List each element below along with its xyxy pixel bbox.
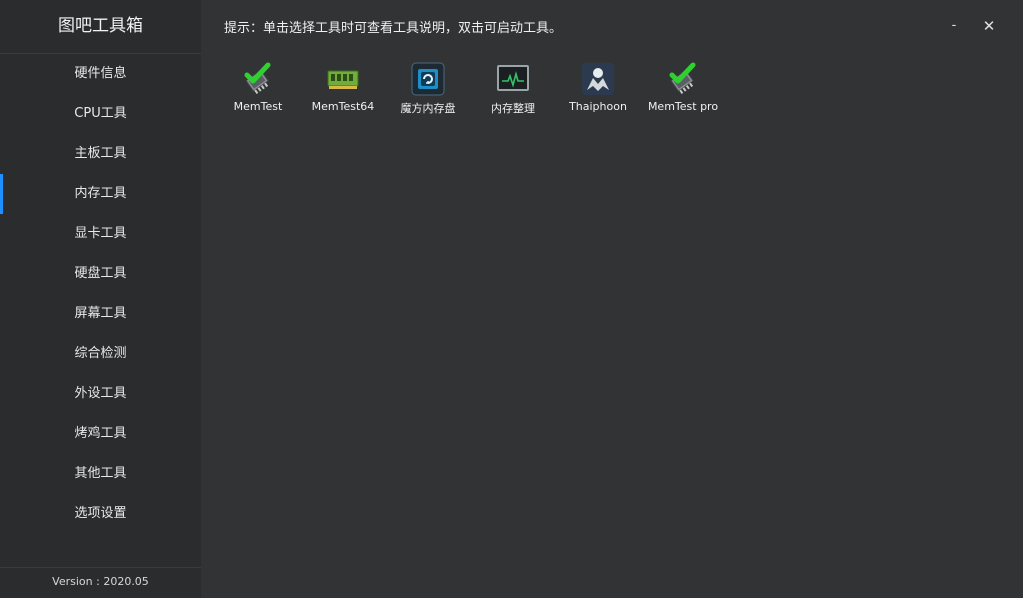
tool-label: MemTest pro	[647, 100, 719, 113]
tool-ramdisk[interactable]: 魔方内存盘	[386, 60, 470, 116]
memtest-icon	[244, 62, 271, 94]
sidebar-item-cpu-tools[interactable]: CPU工具	[0, 94, 201, 134]
ramdisk-chip-icon	[411, 62, 445, 96]
monitor-pulse-icon	[497, 65, 529, 91]
memory-module-icon	[327, 70, 359, 89]
memtest-pro-icon	[669, 62, 696, 94]
tool-label: Thaiphoon	[569, 100, 627, 113]
top-bar: 提示：单击选择工具时可查看工具说明，双击可启动工具。 - ✕	[201, 0, 1023, 53]
tool-label: MemTest	[233, 100, 283, 113]
sidebar-item-disk-tools[interactable]: 硬盘工具	[0, 254, 201, 294]
sidebar-item-settings[interactable]: 选项设置	[0, 494, 201, 534]
sidebar-item-comprehensive-test[interactable]: 综合检测	[0, 334, 201, 374]
sidebar-item-stress-tools[interactable]: 烤鸡工具	[0, 414, 201, 454]
tool-label: 魔方内存盘	[400, 102, 456, 115]
tool-thaiphoon[interactable]: Thaiphoon	[556, 60, 640, 113]
sidebar-item-other-tools[interactable]: 其他工具	[0, 454, 201, 494]
sidebar-item-gpu-tools[interactable]: 显卡工具	[0, 214, 201, 254]
tool-label: 内存整理	[491, 102, 535, 115]
sidebar-item-memory-tools[interactable]: 内存工具	[0, 174, 201, 214]
sidebar-item-motherboard-tools[interactable]: 主板工具	[0, 134, 201, 174]
sidebar-item-peripheral-tools[interactable]: 外设工具	[0, 374, 201, 414]
tool-memory-cleaner[interactable]: 内存整理	[471, 60, 555, 116]
hint-text: 提示：单击选择工具时可查看工具说明，双击可启动工具。	[224, 21, 563, 36]
sidebar-item-hardware-info[interactable]: 硬件信息	[0, 54, 201, 94]
tool-memtest64[interactable]: MemTest64	[301, 60, 385, 113]
sidebar-nav: 硬件信息 CPU工具 主板工具 内存工具 显卡工具 硬盘工具 屏幕工具 综合检测…	[0, 54, 201, 534]
app-title: 图吧工具箱	[0, 0, 201, 54]
tool-label: MemTest64	[311, 100, 375, 113]
tool-memtest[interactable]: MemTest	[216, 60, 300, 113]
thaiphoon-icon	[582, 63, 614, 95]
sidebar: 图吧工具箱 硬件信息 CPU工具 主板工具 内存工具 显卡工具 硬盘工具 屏幕工…	[0, 0, 201, 598]
version-label: Version : 2020.05	[0, 567, 201, 598]
sidebar-item-screen-tools[interactable]: 屏幕工具	[0, 294, 201, 334]
minimize-button[interactable]: -	[942, 15, 966, 37]
close-button[interactable]: ✕	[977, 15, 1001, 37]
tool-memtest-pro[interactable]: MemTest pro	[641, 60, 725, 113]
